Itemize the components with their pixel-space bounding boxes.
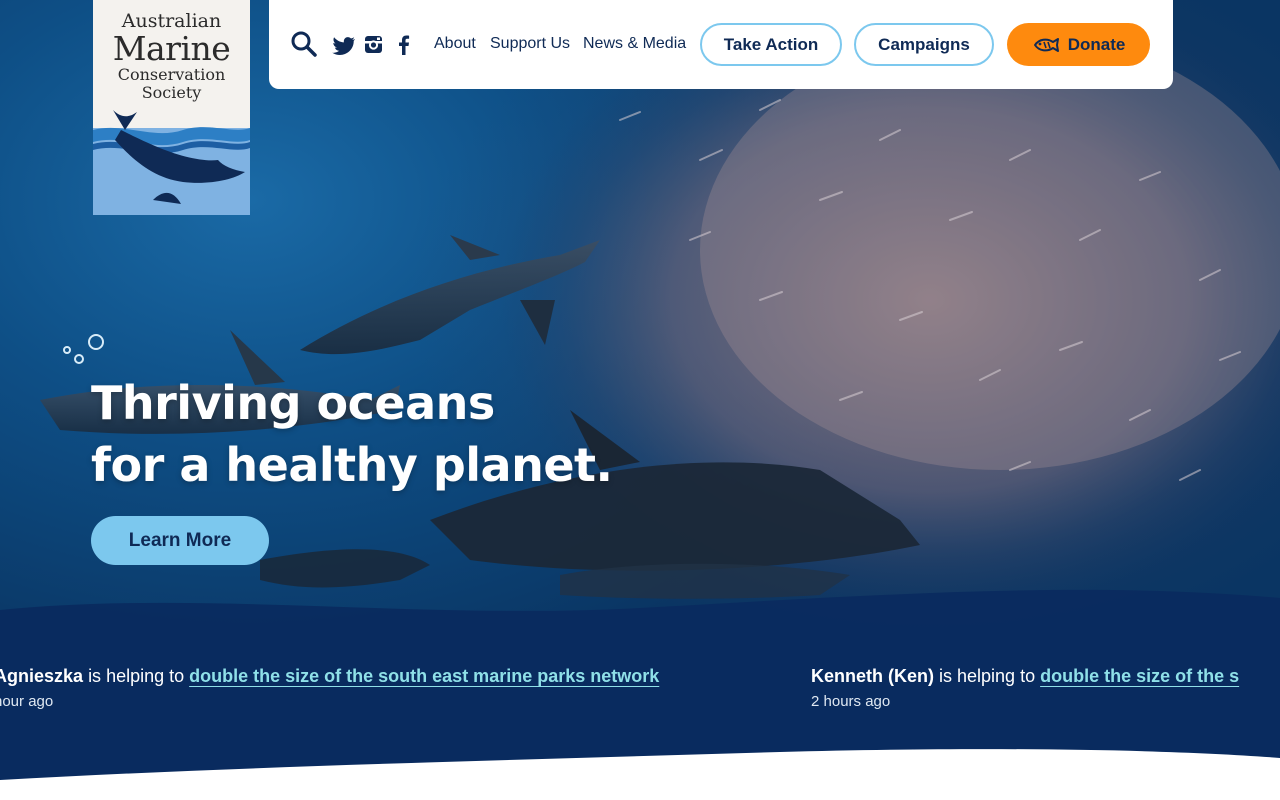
whale-icon [93,110,250,215]
ticker-item: Kenneth (Ken) is helping to double the s… [811,664,1239,712]
logo-line-2: Marine [112,29,231,68]
hero-section: Australian Marine Conservation Society A… [0,0,1280,800]
ticker-campaign-link[interactable]: double the size of the s [1040,666,1239,686]
fish-icon [1033,37,1059,52]
ticker-message: Kenneth (Ken) is helping to double the s… [811,664,1239,688]
donate-button[interactable]: Donate [1007,23,1150,66]
take-action-button[interactable]: Take Action [700,23,842,66]
donate-label: Donate [1067,34,1126,54]
instagram-icon[interactable] [361,30,387,58]
site-logo[interactable]: Australian Marine Conservation Society [93,0,250,215]
hero-headline-line-1: Thriving oceans [91,376,495,430]
logo-wordmark: Australian Marine Conservation Society [93,10,250,102]
top-navigation: About Support Us News & Media Take Actio… [269,0,1173,89]
nav-link-about[interactable]: About [434,34,476,54]
ticker-timestamp: hour ago [0,693,54,710]
hero-headline-line-2: for a healthy planet. [91,438,613,492]
nav-link-support-us[interactable]: Support Us [490,34,570,54]
ticker-timestamp: 2 hours ago [811,693,891,710]
facebook-icon[interactable] [391,30,417,58]
twitter-icon[interactable] [331,30,357,58]
ticker-item: Agnieszka is helping to double the size … [0,664,659,712]
ticker-verb: is helping to [939,666,1036,686]
nav-link-news-media[interactable]: News & Media [583,34,686,54]
hero-headline: Thriving oceans for a healthy planet. [91,372,613,496]
logo-line-3: Conservation [117,65,226,84]
campaigns-button[interactable]: Campaigns [854,23,994,66]
bubbles-icon [63,334,104,364]
search-icon[interactable] [291,30,317,58]
learn-more-button[interactable]: Learn More [91,516,269,565]
ticker-campaign-link[interactable]: double the size of the south east marine… [189,666,659,686]
ticker-message: Agnieszka is helping to double the size … [0,664,659,688]
ticker-supporter-name: Kenneth (Ken) [811,666,934,686]
ticker-supporter-name: Agnieszka [0,666,84,686]
ticker-verb: is helping to [88,666,185,686]
